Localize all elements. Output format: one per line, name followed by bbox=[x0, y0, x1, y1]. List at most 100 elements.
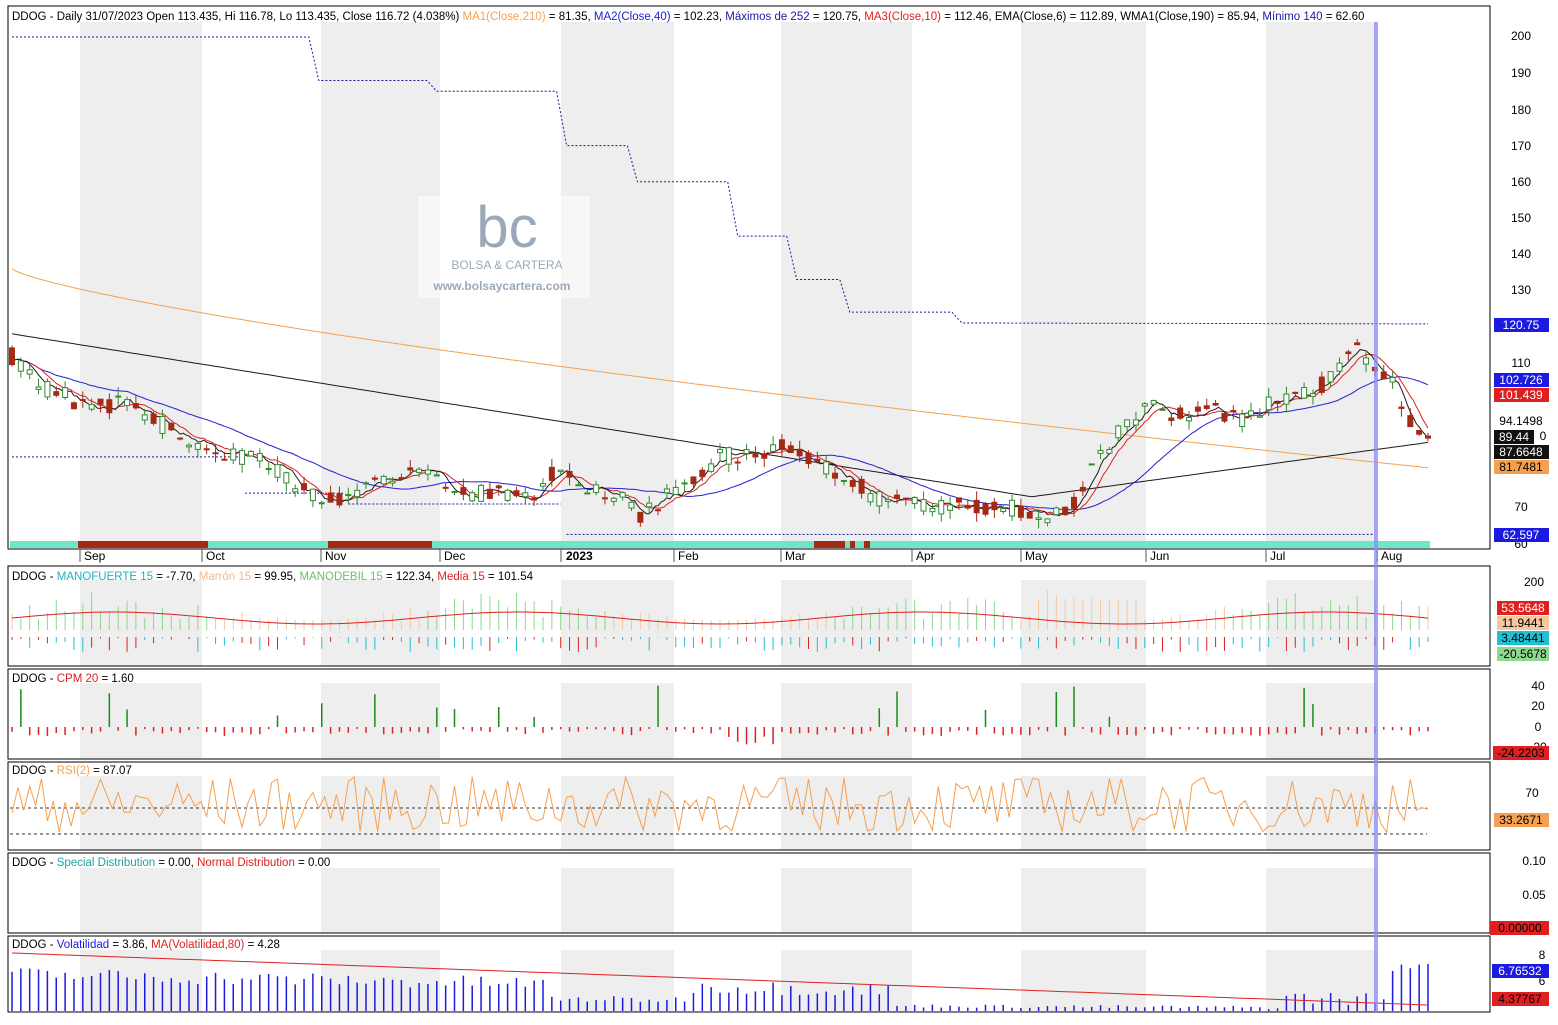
candle-body bbox=[1380, 371, 1387, 380]
candle-body bbox=[584, 492, 591, 495]
candle-body bbox=[929, 507, 936, 513]
svg-text:6.76532: 6.76532 bbox=[1498, 964, 1542, 978]
month-shade bbox=[80, 683, 202, 759]
candle-body bbox=[1062, 506, 1069, 516]
candle-body bbox=[796, 448, 803, 457]
svg-text:-20.5678: -20.5678 bbox=[1499, 647, 1547, 661]
candle-body bbox=[920, 499, 927, 512]
candle-body bbox=[1186, 417, 1193, 422]
month-shade bbox=[1021, 683, 1146, 759]
tag-ma40: 102.726 bbox=[1494, 373, 1549, 387]
candle-body bbox=[991, 501, 998, 511]
candle-body bbox=[849, 480, 856, 487]
month-shade bbox=[781, 683, 912, 759]
candle-body bbox=[1345, 351, 1352, 355]
candle-body bbox=[1425, 435, 1431, 439]
candle-body bbox=[770, 444, 777, 452]
candle-body bbox=[1053, 507, 1060, 516]
candle-body bbox=[1150, 400, 1157, 405]
tag-min140: 62.597 bbox=[1494, 528, 1549, 542]
candle-body bbox=[619, 492, 626, 498]
y-tick: 8 bbox=[1539, 948, 1546, 962]
watermark-name: BOLSA & CARTERA bbox=[451, 258, 562, 272]
ddog-chart[interactable]: bc BOLSA & CARTERA www.bolsaycartera.com… bbox=[0, 0, 1558, 1025]
cpm-tag: -24.2203 bbox=[1493, 746, 1549, 760]
candle-body bbox=[53, 391, 60, 396]
candle-body bbox=[1283, 393, 1290, 405]
candle-body bbox=[124, 399, 131, 407]
y-tick: 200 bbox=[1511, 29, 1531, 43]
month-shade bbox=[321, 683, 440, 759]
mano-header: DDOG - MANOFUERTE 15 = -7.70, Marrón 15 … bbox=[12, 571, 534, 583]
candle-body bbox=[548, 466, 555, 481]
candle-body bbox=[460, 487, 467, 495]
candle-body bbox=[717, 448, 723, 454]
month-shade bbox=[1266, 683, 1377, 759]
candle-body bbox=[725, 447, 732, 465]
candle-body bbox=[35, 386, 42, 390]
candle-body bbox=[973, 499, 980, 514]
signal-band-brown bbox=[850, 541, 855, 548]
candle-body bbox=[787, 445, 794, 454]
dist-header: DDOG - Special Distribution = 0.00, Norm… bbox=[12, 857, 330, 869]
svg-text:0.00000: 0.00000 bbox=[1498, 921, 1542, 935]
month-shade bbox=[1266, 776, 1377, 850]
candle-body bbox=[610, 497, 617, 502]
candle-body bbox=[318, 502, 325, 505]
candle-body bbox=[628, 501, 635, 509]
watermark-mark: bc bbox=[476, 195, 537, 260]
candle-body bbox=[407, 467, 414, 471]
month-shade bbox=[1266, 868, 1377, 933]
candle-body bbox=[70, 402, 77, 410]
candle-body bbox=[186, 444, 192, 448]
y-tick: 0 bbox=[1535, 720, 1542, 734]
tag-wma190: 87.6648 bbox=[1494, 445, 1549, 459]
candle-body bbox=[1389, 376, 1396, 383]
candle-body bbox=[1292, 391, 1299, 394]
candle-body bbox=[26, 369, 33, 375]
candle-body bbox=[256, 453, 263, 462]
candle-body bbox=[221, 458, 228, 461]
tag-close: 89.44 bbox=[1494, 430, 1534, 444]
candle-body bbox=[681, 482, 688, 485]
candle-body bbox=[354, 489, 361, 498]
candle-body bbox=[593, 484, 600, 493]
x-label: Aug bbox=[1381, 549, 1402, 563]
crosshair-cursor[interactable] bbox=[1374, 22, 1378, 1012]
y-tick: 140 bbox=[1511, 247, 1531, 261]
svg-text:53.5648: 53.5648 bbox=[1501, 601, 1545, 615]
candle-body bbox=[1354, 342, 1361, 346]
signal-band-base bbox=[10, 541, 1430, 548]
x-label: Dec bbox=[444, 549, 465, 563]
svg-text:11.9441: 11.9441 bbox=[1502, 616, 1545, 630]
candle-body bbox=[1097, 449, 1104, 454]
candle-body bbox=[416, 468, 423, 473]
month-shade bbox=[1021, 22, 1146, 549]
y-tick: 130 bbox=[1511, 283, 1531, 297]
candle-body bbox=[1248, 410, 1254, 416]
rsi-header: DDOG - RSI(2) = 87.07 bbox=[12, 765, 132, 777]
y-tick-partial: 0 bbox=[1540, 429, 1547, 443]
svg-text:81.7481: 81.7481 bbox=[1499, 460, 1543, 474]
tag-ema6: 94.1498 bbox=[1494, 414, 1549, 428]
y-tick: 20 bbox=[1531, 699, 1545, 713]
price-header: DDOG - Daily 31/07/2023 Open 113.435, Hi… bbox=[12, 11, 1364, 23]
candle-body bbox=[1026, 512, 1033, 519]
month-shade bbox=[80, 868, 202, 933]
candle-body bbox=[486, 488, 493, 499]
candle-body bbox=[964, 504, 971, 509]
x-label: 2023 bbox=[566, 549, 593, 563]
y-tick: 0.05 bbox=[1522, 888, 1546, 902]
candle-body bbox=[1203, 405, 1210, 409]
candle-body bbox=[1318, 376, 1325, 393]
candle-body bbox=[894, 494, 900, 499]
candle-body bbox=[1327, 371, 1334, 383]
candle-body bbox=[663, 488, 670, 494]
candle-body bbox=[247, 450, 254, 457]
month-shade bbox=[80, 22, 202, 549]
mano-tags: 53.5648 11.9441 3.48441 -20.5678 bbox=[1497, 601, 1549, 661]
candle-body bbox=[557, 469, 564, 473]
y-tick: 0.10 bbox=[1522, 854, 1546, 868]
candle-body bbox=[371, 477, 378, 480]
candle-body bbox=[1309, 393, 1316, 397]
